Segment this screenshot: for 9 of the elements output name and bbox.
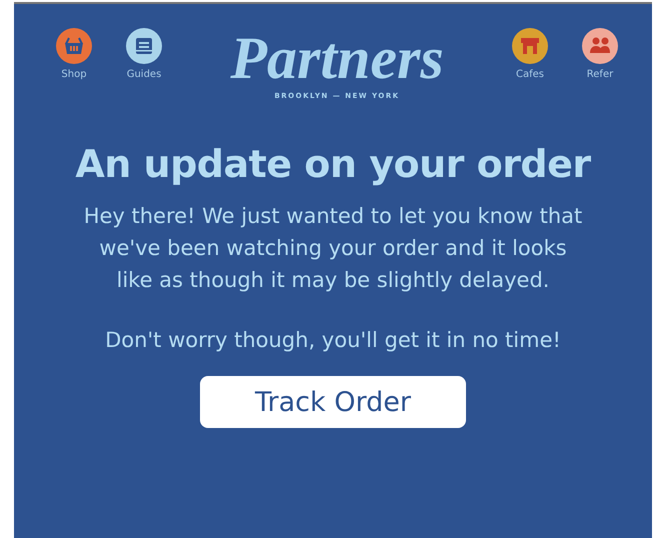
heading: An update on your order [75, 142, 591, 186]
logo-wordmark: Partners [230, 24, 444, 92]
nav-link[interactable]: Guides [120, 28, 168, 80]
nav-link[interactable]: Refer [576, 28, 624, 80]
track-order-button[interactable]: Track Order [200, 376, 466, 428]
message-paragraph: Don't worry though, you'll get it in no time! [104, 327, 562, 354]
message-paragraph: Hey there! We just wanted to let you know that we've been watching your order and it looks like as though it may be slightly delayed. [83, 203, 583, 294]
nav-link[interactable]: Cafes [506, 28, 554, 80]
nav-link[interactable]: Shop [50, 28, 98, 80]
